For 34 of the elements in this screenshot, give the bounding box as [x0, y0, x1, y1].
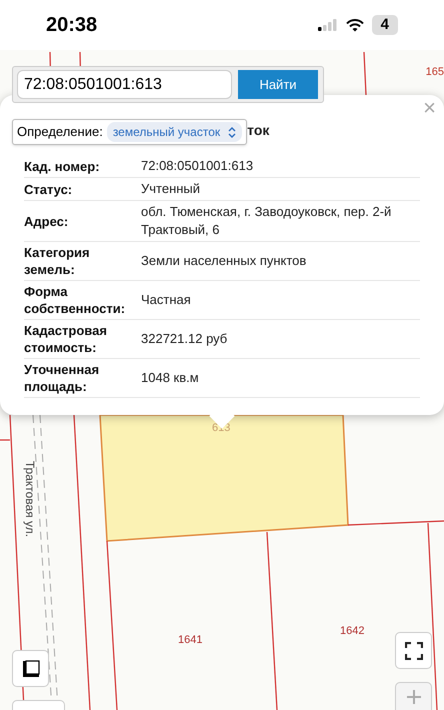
field-label: Кад. номер: [24, 158, 101, 174]
fullscreen-icon [404, 642, 422, 660]
battery-level: 4 [372, 15, 398, 35]
street-label: Трактовая ул. [22, 460, 38, 538]
field-value: обл. Тюменская, г. Заводоуковск, пер. 2-й Трактовый, 6 [141, 203, 392, 239]
definition-label: Определение: [17, 123, 103, 142]
field-value: Учтенный [141, 180, 200, 198]
definition-dropdown[interactable]: земельный участок [106, 122, 242, 142]
popup-title: ток [247, 121, 270, 140]
wifi-icon [346, 18, 364, 32]
field-value: Земли населенных пунктов [141, 252, 306, 270]
field-value: 72:08:0501001:613 [141, 157, 254, 175]
definition-selector[interactable]: Определение: земельный участок [12, 119, 248, 145]
close-button[interactable]: × [423, 97, 436, 119]
field-label: Форма собственности: [24, 283, 126, 317]
chevron-icon [228, 126, 236, 138]
plus-icon [406, 690, 420, 704]
field-value: 1048 кв.м [141, 369, 199, 387]
field-value: 322721.12 руб [141, 330, 228, 348]
fullscreen-button[interactable] [395, 632, 432, 669]
ruler-button[interactable] [12, 650, 49, 687]
parcel-number: 165 [426, 65, 444, 80]
status-time: 20:38 [46, 13, 98, 38]
field-label: Категория земель: [24, 244, 91, 278]
field-value: Частная [141, 291, 191, 309]
field-label: Кадастровая стоимость: [24, 322, 108, 356]
cadastral-search-field[interactable]: 72:08:0501001:613 [17, 70, 232, 99]
signal-icon [318, 19, 338, 31]
field-label: Адрес: [24, 212, 70, 230]
parcel-number: 1642 [340, 624, 364, 639]
parcel-number: 1641 [178, 633, 202, 648]
find-button[interactable]: Найти [238, 70, 318, 99]
field-label: Статус: [24, 180, 74, 198]
field-label: Уточненная площадь: [24, 361, 100, 395]
